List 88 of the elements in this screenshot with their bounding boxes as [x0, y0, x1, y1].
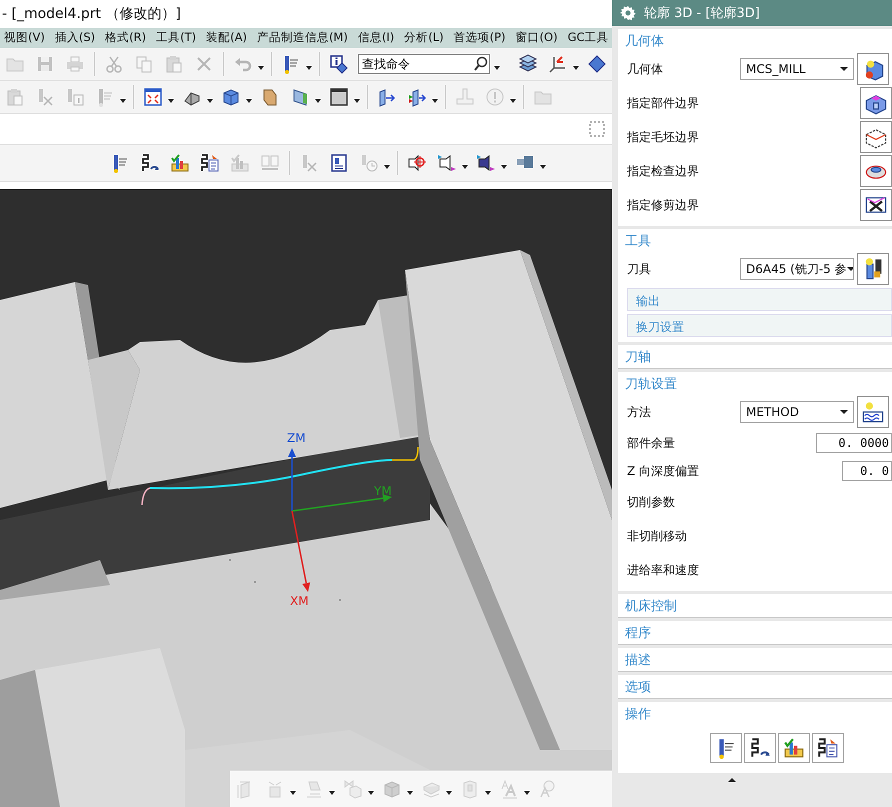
menu-item[interactable]: 装配(A): [202, 30, 253, 46]
icon-button[interactable]: [857, 396, 889, 428]
search-icon: [473, 56, 489, 72]
section-title[interactable]: 描述: [618, 648, 892, 671]
section-title[interactable]: 刀轴: [618, 345, 892, 368]
menu-item[interactable]: 分析(L): [400, 30, 450, 46]
dropdown-arrow-icon[interactable]: [246, 98, 252, 103]
menu-item[interactable]: 产品制造信息(M): [252, 30, 354, 46]
icon-button[interactable]: [857, 253, 889, 285]
box-arrow-icon[interactable]: [377, 86, 397, 107]
tool-profile-icon[interactable]: [476, 152, 496, 173]
layers-icon[interactable]: [518, 54, 538, 74]
dialog-title: 轮廓 3D - [轮廓3D]: [644, 5, 760, 22]
dropdown-arrow-icon[interactable]: [207, 98, 213, 103]
field-label: 非切削移动: [627, 528, 688, 544]
gear-icon: [620, 5, 636, 21]
search-field[interactable]: 查找命令: [358, 54, 490, 74]
axis-label: YM: [374, 484, 392, 498]
section-title[interactable]: 刀轨设置: [618, 372, 892, 395]
cube-icon[interactable]: [221, 86, 241, 107]
dropdown-arrow-icon[interactable]: [462, 164, 468, 169]
menu-item[interactable]: 格式(R): [101, 30, 152, 46]
dropdown-select[interactable]: METHOD: [740, 401, 854, 423]
field-label: 几何体: [627, 60, 664, 78]
info-icon[interactable]: [329, 54, 349, 74]
field-label: 指定检查边界: [627, 162, 700, 180]
dropdown-arrow-icon[interactable]: [540, 164, 546, 169]
section-title[interactable]: 几何体: [618, 29, 892, 52]
method-icon: [861, 400, 885, 424]
coordinate-axes-icon[interactable]: [548, 54, 568, 74]
toolpath-icon[interactable]: [140, 152, 160, 173]
window-icon[interactable]: [329, 86, 349, 107]
action-button[interactable]: [812, 733, 844, 763]
field-label: 方法: [627, 404, 652, 420]
field-label: Z 向深度偏置: [627, 462, 700, 480]
dropdown-arrow-icon[interactable]: [306, 66, 312, 70]
field-label: 进给率和速度: [627, 562, 700, 578]
icon-button[interactable]: [857, 53, 889, 85]
menu-item[interactable]: 窗口(O): [512, 30, 564, 46]
dropdown-arrow-icon[interactable]: [354, 98, 360, 103]
profile-target-icon[interactable]: [407, 152, 427, 173]
number-field[interactable]: 0. 0: [842, 461, 892, 481]
section-title[interactable]: 工具: [618, 229, 892, 252]
box-arrow-icon[interactable]: [407, 86, 427, 107]
search-input[interactable]: 查找命令: [359, 56, 473, 71]
diamond-icon[interactable]: [587, 54, 607, 74]
toolpath-icon: [749, 737, 771, 759]
menu-item[interactable]: 首选项(P): [450, 30, 512, 46]
menu-item[interactable]: 视图(V): [0, 30, 51, 46]
document-icon[interactable]: [329, 152, 349, 173]
field-label: 切削参数: [627, 494, 676, 510]
axis-label: ZM: [287, 431, 306, 445]
section-title[interactable]: 程序: [618, 621, 892, 644]
field-label: 部件余量: [627, 434, 676, 452]
action-button[interactable]: [744, 733, 776, 763]
tool-profile-icon[interactable]: [437, 152, 457, 173]
menu-item[interactable]: 工具(T): [152, 30, 202, 46]
menu-item[interactable]: GC工具: [564, 30, 612, 46]
dropdown-arrow-icon[interactable]: [432, 98, 438, 103]
icon-button[interactable]: [860, 121, 892, 153]
dropdown-arrow-icon[interactable]: [573, 66, 579, 70]
collapse-arrow-icon[interactable]: [728, 778, 736, 782]
verify-icon: [783, 737, 805, 759]
toolpath-document-icon: [817, 737, 839, 759]
section-title[interactable]: 机床控制: [618, 594, 892, 617]
field-label: 刀具: [627, 260, 652, 278]
action-button[interactable]: [710, 733, 742, 763]
dropdown-arrow-icon[interactable]: [494, 66, 500, 70]
dropdown-select[interactable]: MCS_MILL: [740, 58, 854, 80]
icon-button[interactable]: [860, 155, 892, 187]
dropdown-arrow-icon[interactable]: [168, 98, 174, 103]
number-field[interactable]: 0. 0000: [816, 433, 892, 453]
icon-button[interactable]: [860, 189, 892, 221]
menu-item[interactable]: 信息(I): [354, 30, 400, 46]
section-title[interactable]: 操作: [618, 702, 892, 725]
field-label: 指定毛坯边界: [627, 128, 700, 146]
toolpath-document-icon[interactable]: [200, 152, 220, 173]
fit-view-icon[interactable]: [143, 86, 163, 107]
field-label: 指定部件边界: [627, 94, 700, 112]
axis-label: XM: [290, 594, 309, 608]
dropdown-arrow-icon[interactable]: [315, 98, 321, 103]
field-label: 指定修剪边界: [627, 196, 700, 214]
dropdown-arrow-icon[interactable]: [501, 164, 507, 169]
verify-icon[interactable]: [170, 152, 190, 173]
window-title: - [_model4.prt （修改的）]: [2, 4, 181, 23]
menu-item[interactable]: 插入(S): [50, 30, 102, 46]
section-title[interactable]: 选项: [618, 675, 892, 698]
icon-button[interactable]: [860, 87, 892, 119]
